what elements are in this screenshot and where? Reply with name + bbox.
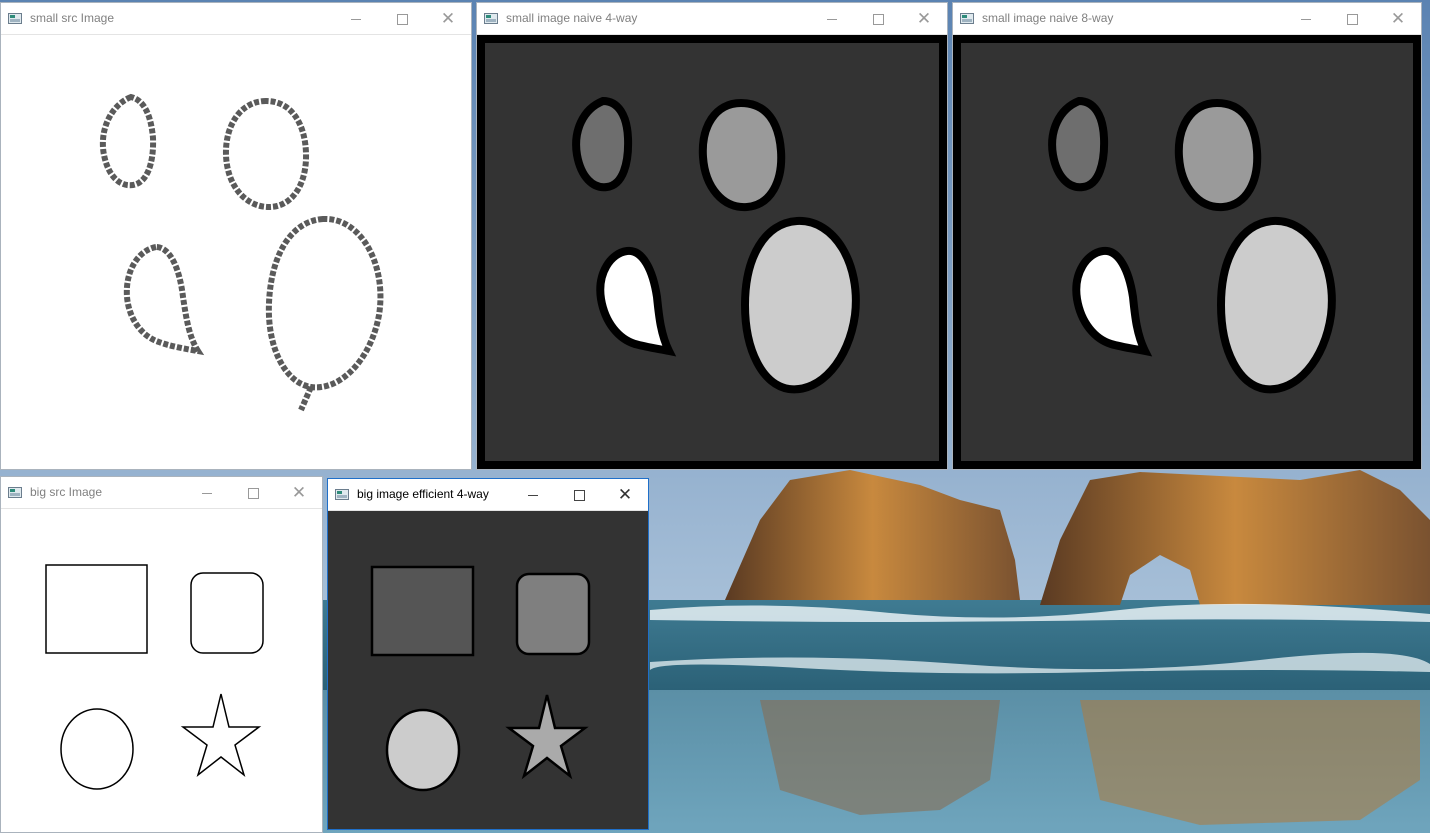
minimize-icon [827,18,837,20]
efficient-4-way-labels [370,565,591,792]
close-button[interactable]: ✕ [602,479,648,510]
outline-circle [60,708,134,790]
app-window-icon[interactable] [8,487,22,498]
minimize-button[interactable] [333,3,379,34]
image-canvas [1,509,322,832]
app-window-icon[interactable] [960,13,974,24]
window-title: small image naive 4-way [506,11,638,25]
image-canvas [1,35,471,469]
region-1 [1048,96,1109,192]
region-2 [1174,98,1262,212]
image-canvas [477,35,947,469]
outline-square [45,564,148,654]
close-icon: ✕ [617,485,633,504]
window-small-image-naive-8-way[interactable]: small image naive 8-way ✕ [952,2,1422,470]
small-src-drawing [99,93,384,412]
app-window-icon[interactable] [8,13,22,24]
outline-shape-2 [222,97,310,211]
maximize-icon [872,13,884,25]
minimize-button[interactable] [184,477,230,508]
maximize-icon [573,489,585,501]
window-small-src-image[interactable]: small src Image ✕ [0,2,472,470]
maximize-button[interactable] [379,3,425,34]
window-title: small src Image [30,11,115,25]
outline-rounded-square [190,572,264,654]
region-rounded-square [515,572,591,656]
maximize-button[interactable] [556,479,602,510]
close-icon: ✕ [440,9,456,28]
background-region [961,43,1413,461]
minimize-icon [351,18,361,20]
outline-shape-3 [123,243,205,356]
window-titlebar[interactable]: small image naive 8-way ✕ [953,3,1421,35]
maximize-icon [1346,13,1358,25]
region-4 [1216,216,1336,394]
close-icon: ✕ [916,9,932,28]
minimize-button[interactable] [510,479,556,510]
region-4 [740,216,860,394]
close-button[interactable]: ✕ [276,477,322,508]
naive-8-way-labels [961,43,1413,461]
naive-4-way-labels [485,43,939,461]
minimize-button[interactable] [809,3,855,34]
maximize-button[interactable] [230,477,276,508]
window-title: small image naive 8-way [982,11,1114,25]
background-region [485,43,939,461]
region-circle [385,708,461,792]
image-canvas [328,511,648,829]
maximize-icon [396,13,408,25]
close-icon: ✕ [291,483,307,502]
close-button[interactable]: ✕ [1375,3,1421,34]
region-star [505,694,589,780]
minimize-icon [202,492,212,494]
minimize-icon [528,494,538,496]
image-canvas [953,35,1421,469]
big-src-drawing [45,564,264,790]
app-window-icon[interactable] [484,13,498,24]
app-window-icon[interactable] [335,489,349,500]
window-titlebar[interactable]: small src Image ✕ [1,3,471,35]
minimize-icon [1301,18,1311,20]
window-big-image-efficient-4-way[interactable]: big image efficient 4-way ✕ [327,478,649,830]
minimize-button[interactable] [1283,3,1329,34]
region-2 [698,98,786,212]
close-button[interactable]: ✕ [901,3,947,34]
maximize-button[interactable] [1329,3,1375,34]
maximize-icon [247,487,259,499]
maximize-button[interactable] [855,3,901,34]
window-title: big src Image [30,485,103,499]
region-1 [572,96,633,192]
outline-shape-1 [99,93,157,189]
outline-shape-4 [265,215,384,412]
close-icon: ✕ [1390,9,1406,28]
window-small-image-naive-4-way[interactable]: small image naive 4-way ✕ [476,2,948,470]
close-button[interactable]: ✕ [425,3,471,34]
window-title: big image efficient 4-way [357,487,489,501]
region-square [370,565,475,657]
window-big-src-image[interactable]: big src Image ✕ [0,476,323,833]
window-titlebar[interactable]: big src Image ✕ [1,477,322,509]
window-titlebar[interactable]: small image naive 4-way ✕ [477,3,947,35]
window-titlebar[interactable]: big image efficient 4-way ✕ [328,479,648,511]
outline-star [180,693,262,778]
